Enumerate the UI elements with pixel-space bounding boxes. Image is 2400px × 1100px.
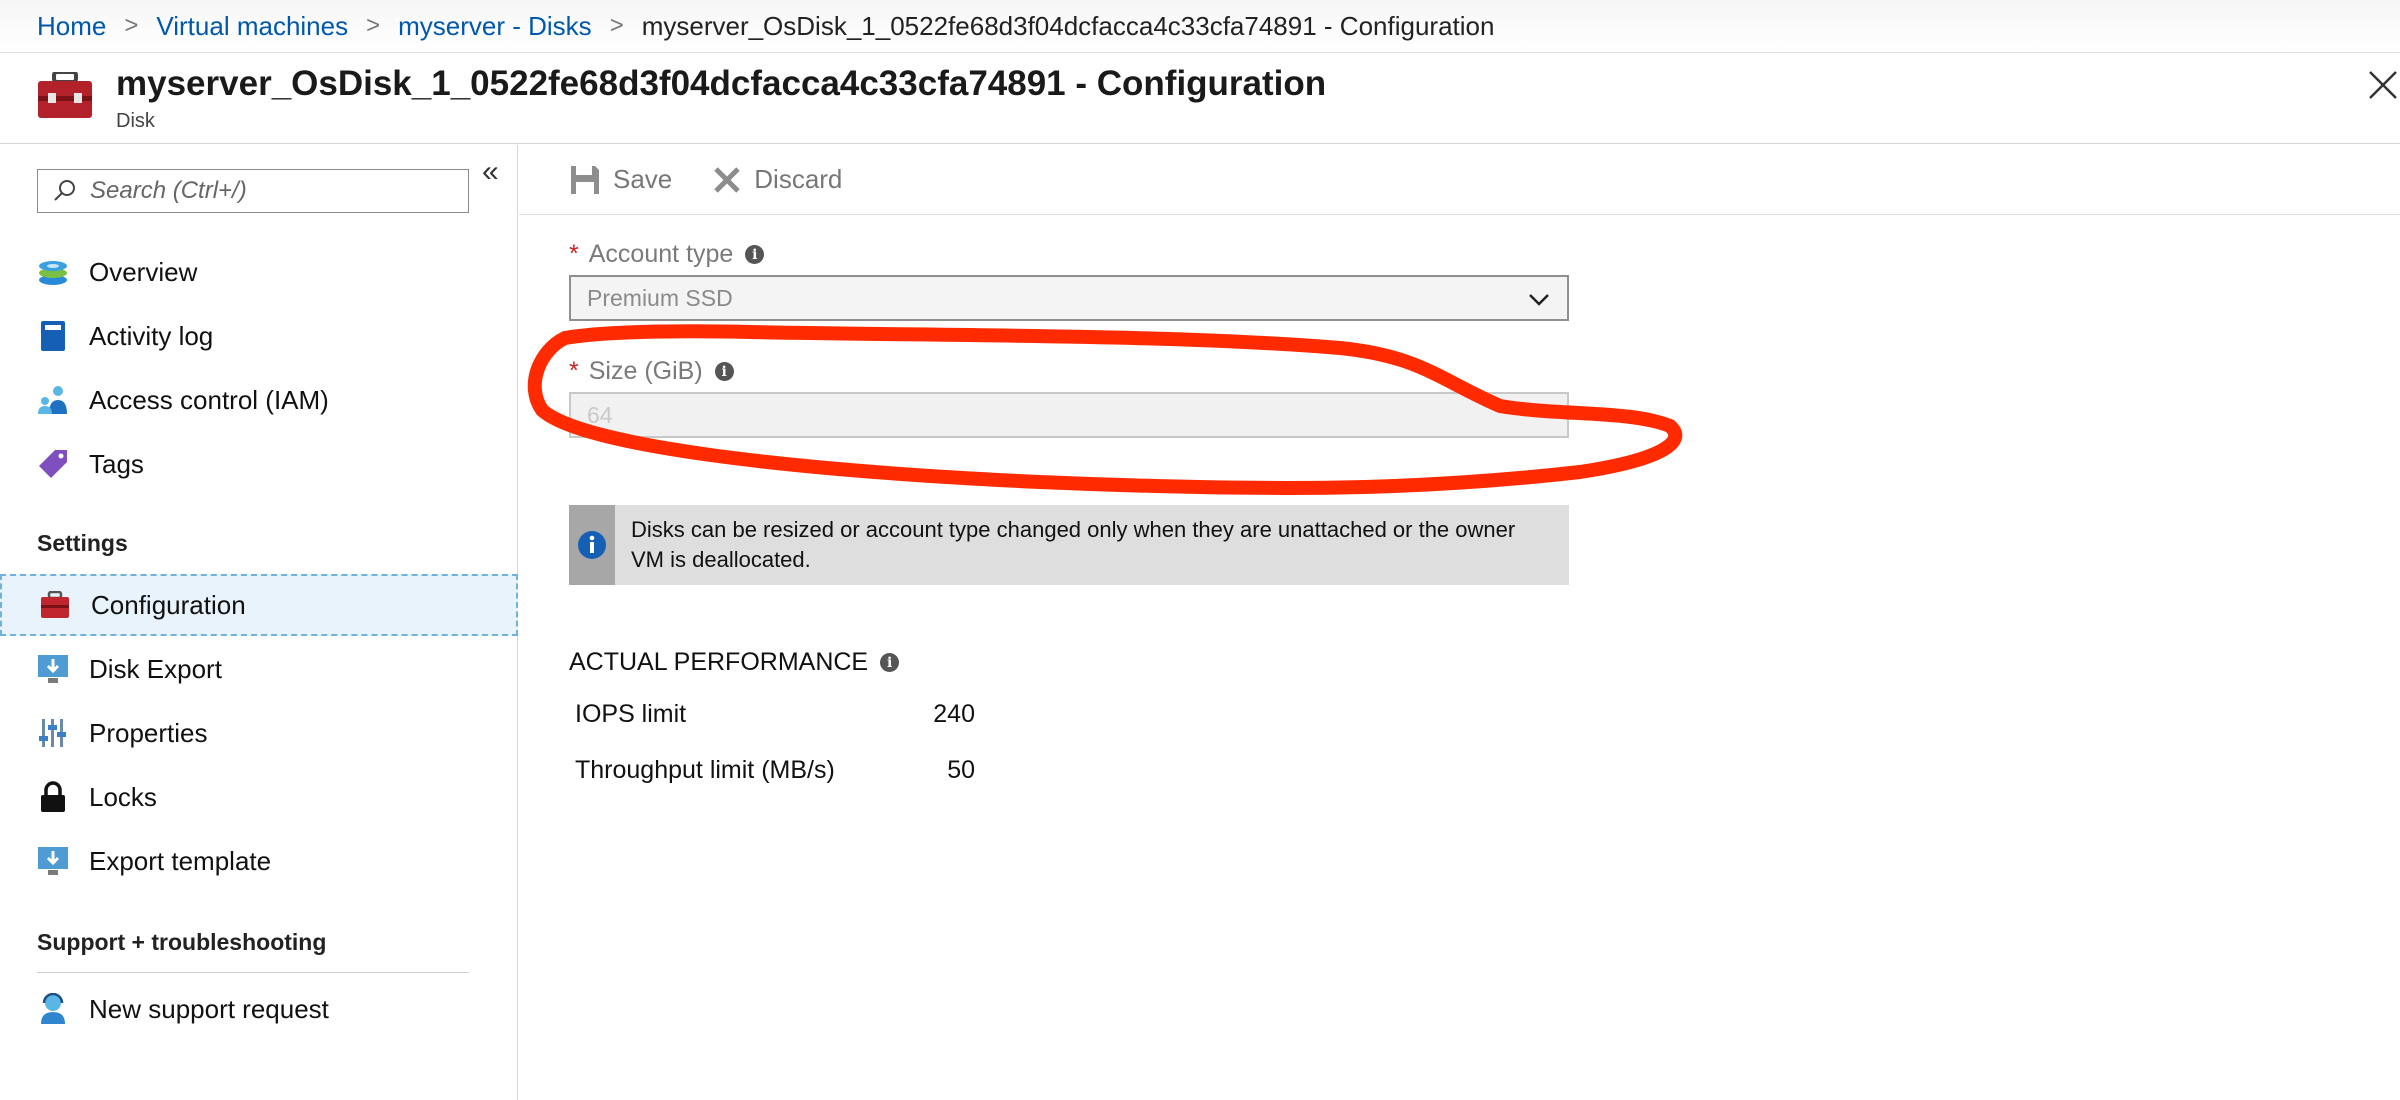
sidebar-item-label: Tags [89,448,144,479]
sidebar-item-label: Configuration [91,589,246,620]
activity-log-icon [37,320,69,352]
required-marker: * [569,357,579,385]
main-content: Save Discard * Account type i Premium SS… [519,145,2400,1100]
sidebar-item-label: Activity log [89,320,214,351]
sidebar-item-locks[interactable]: Locks [0,767,518,827]
notice-text: Disks can be resized or account type cha… [631,517,1516,572]
sidebar-item-overview[interactable]: Overview [0,242,518,302]
info-icon[interactable]: i [714,362,734,381]
search-icon [54,180,75,201]
search-box[interactable] [37,169,469,213]
sidebar-item-label: Export template [89,845,272,876]
iops-label: IOPS limit [575,700,687,728]
export-template-icon [37,845,69,877]
info-icon[interactable]: i [880,653,900,672]
sidebar-item-export-template[interactable]: Export template [0,831,518,891]
iops-value: 240 [933,700,975,728]
page-subtitle: Disk [116,110,155,132]
collapse-sidebar-icon[interactable]: « [482,155,499,189]
info-circle-icon [578,531,606,559]
sidebar-item-label: Access control (IAM) [89,384,329,415]
save-label: Save [613,164,673,194]
required-marker: * [569,240,579,268]
performance-heading: ACTUAL PERFORMANCE i [569,648,900,677]
performance-heading-text: ACTUAL PERFORMANCE [569,648,869,676]
chevron-down-icon [1529,294,1549,306]
lock-icon [37,781,69,813]
throughput-value: 50 [947,756,975,784]
breadcrumb-separator: > [124,12,139,39]
discard-label: Discard [754,164,843,194]
sidebar-item-label: New support request [89,993,329,1024]
info-notice: Disks can be resized or account type cha… [569,505,1569,585]
sidebar-item-label: Overview [89,256,198,287]
breadcrumb: Home > Virtual machines > myserver - Dis… [0,0,2400,53]
account-type-value: Premium SSD [587,284,733,311]
sidebar-item-label: Disk Export [89,653,222,684]
discard-button[interactable]: Discard [712,164,842,195]
sidebar-item-activity-log[interactable]: Activity log [0,306,518,366]
performance-row-throughput: Throughput limit (MB/s) 50 [575,756,975,796]
breadcrumb-virtual-machines-link[interactable]: Virtual machines [156,11,348,42]
iam-icon [37,384,69,416]
command-bar: Save Discard [519,145,2400,215]
section-divider [37,972,469,973]
performance-row-iops: IOPS limit 240 [575,700,975,740]
save-icon [571,165,599,194]
breadcrumb-separator: > [366,12,381,39]
export-icon [37,653,69,685]
save-button[interactable]: Save [569,164,672,196]
sidebar-item-label: Properties [89,717,208,748]
account-type-label-text: Account type [588,240,734,268]
toolbox-icon [39,589,71,621]
notice-icon-bar [569,505,615,585]
disk-toolbox-icon [38,72,92,118]
sidebar-item-configuration[interactable]: Configuration [0,574,518,636]
account-type-select[interactable]: Premium SSD [569,275,1569,321]
sidebar-item-new-support-request[interactable]: New support request [0,979,518,1039]
search-input[interactable] [90,177,450,205]
overview-icon [37,256,69,288]
info-icon[interactable]: i [745,245,765,264]
sidebar-item-label: Locks [89,781,157,812]
support-icon [37,993,69,1025]
account-type-label: * Account type i [569,240,765,269]
size-value: 64 [587,401,613,428]
discard-icon [714,166,741,193]
page-title: myserver_OsDisk_1_0522fe68d3f04dcfacca4c… [116,64,1327,103]
section-support-heading: Support + troubleshooting [37,929,327,955]
sidebar: « Overview Activity log [0,145,518,1100]
size-input[interactable]: 64 [569,392,1569,438]
size-label: * Size (GiB) i [569,357,734,386]
breadcrumb-home-link[interactable]: Home [37,11,106,42]
size-label-text: Size (GiB) [588,357,703,385]
breadcrumb-disks-link[interactable]: myserver - Disks [398,11,592,42]
sidebar-item-disk-export[interactable]: Disk Export [0,639,518,699]
properties-icon [37,717,69,749]
throughput-label: Throughput limit (MB/s) [575,756,835,784]
section-settings-heading: Settings [37,530,128,556]
tag-icon [37,448,69,480]
sidebar-item-access-control[interactable]: Access control (IAM) [0,370,518,430]
sidebar-item-properties[interactable]: Properties [0,703,518,763]
blade-header: myserver_OsDisk_1_0522fe68d3f04dcfacca4c… [0,54,2400,144]
close-icon[interactable] [2364,66,2400,102]
sidebar-item-tags[interactable]: Tags [0,434,518,494]
breadcrumb-current: myserver_OsDisk_1_0522fe68d3f04dcfacca4c… [641,10,1495,41]
breadcrumb-separator: > [609,12,624,39]
